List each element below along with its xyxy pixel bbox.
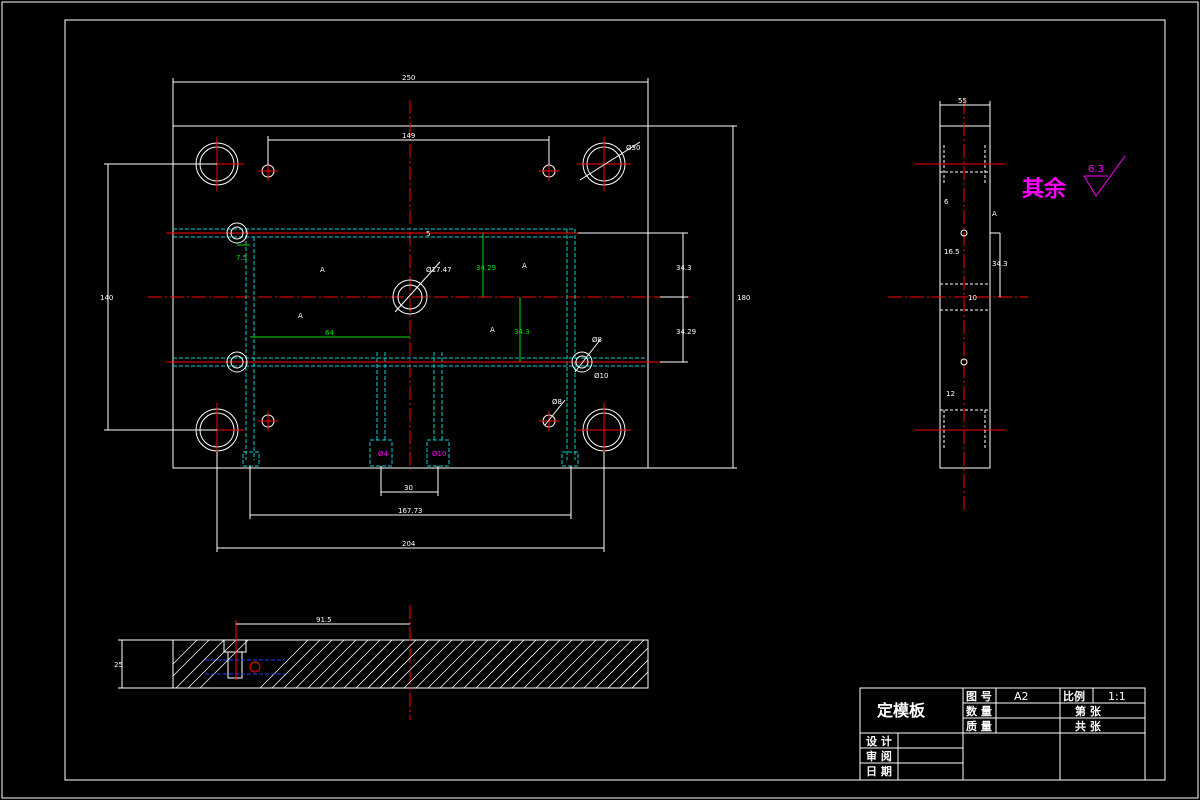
date-label: 日 期	[866, 764, 892, 778]
dim-v1: 34.29	[476, 264, 496, 272]
dim-d10: Ø10	[594, 372, 608, 380]
dim-overall-width: 250	[402, 74, 415, 82]
rough-mark-4: A	[490, 326, 495, 334]
quantity-label: 数 量	[966, 704, 992, 718]
dim-side-10: 10	[968, 294, 977, 302]
dim-right-height: 180	[737, 294, 750, 302]
review-label: 审 阅	[866, 749, 892, 763]
dim-side-width: 55	[958, 97, 967, 105]
design-label: 设 计	[866, 734, 892, 748]
dim-pin2: Ø10	[432, 450, 446, 458]
dim-d8: Ø8	[592, 336, 602, 344]
cad-drawing: A A A A 250 149 Ø30 140 180 5 7.5 Ø17.47…	[1, 1, 1199, 799]
rough-mark-1: A	[320, 266, 325, 274]
dim-64: 64	[325, 329, 334, 337]
dim-v3: 34.3	[514, 328, 530, 336]
dim-pin1: Ø4	[378, 450, 389, 458]
dim-167-73: 167.73	[398, 507, 423, 515]
plan-view: A A A A 250 149 Ø30 140 180 5 7.5 Ø17.47…	[100, 74, 750, 552]
title-block: 定模板 图 号 A2 比例 1:1 数 量 第 张 质 量 共 张 设 计 审 …	[859, 687, 1146, 781]
dim-side-16-5: 16.5	[944, 248, 960, 256]
drawing-no-value: A2	[1014, 690, 1029, 703]
dim-top-span: 149	[402, 132, 415, 140]
dim-hole-dia: Ø30	[626, 144, 640, 152]
dim-side-6: 6	[944, 198, 949, 206]
drawing-no-label: 图 号	[966, 690, 992, 703]
sheet-border	[1, 1, 1199, 799]
dim-d8b: Ø8	[552, 398, 562, 406]
remark-roughness: 6.3	[1088, 164, 1104, 175]
sheet-label: 第 张	[1075, 704, 1102, 718]
section-view: 91.5 25	[114, 605, 649, 720]
rough-mark-3: A	[298, 312, 303, 320]
dim-7-5: 7.5	[236, 254, 247, 262]
remark-text: 其余	[1022, 176, 1067, 202]
scale-label: 比例	[1063, 689, 1085, 703]
dim-side-34-3: 34.3	[992, 260, 1008, 268]
dim-section-height: 25	[114, 661, 123, 669]
rough-mark-side: A	[992, 210, 997, 218]
dim-side-12: 12	[946, 390, 955, 398]
dim-sprue: Ø17.47	[426, 266, 452, 274]
dim-v2: 34.3	[676, 264, 692, 272]
total-label: 共 张	[1075, 719, 1102, 733]
drawing-frame	[64, 19, 1166, 781]
dim-30: 30	[404, 484, 413, 492]
rough-mark-2: A	[522, 262, 527, 270]
dim-section-length: 91.5	[316, 616, 332, 624]
dim-204: 204	[402, 540, 416, 548]
weight-label: 质 量	[966, 719, 992, 733]
dim-left-height: 140	[100, 294, 113, 302]
side-view: 55 6 16.5 34.3 12 10 A	[888, 97, 1028, 510]
surface-remark: 其余 6.3	[1022, 155, 1126, 202]
scale-value: 1:1	[1108, 690, 1126, 703]
dim-v4: 34.29	[676, 328, 696, 336]
dim-slot: 5	[426, 230, 430, 238]
part-name: 定模板	[876, 701, 926, 720]
